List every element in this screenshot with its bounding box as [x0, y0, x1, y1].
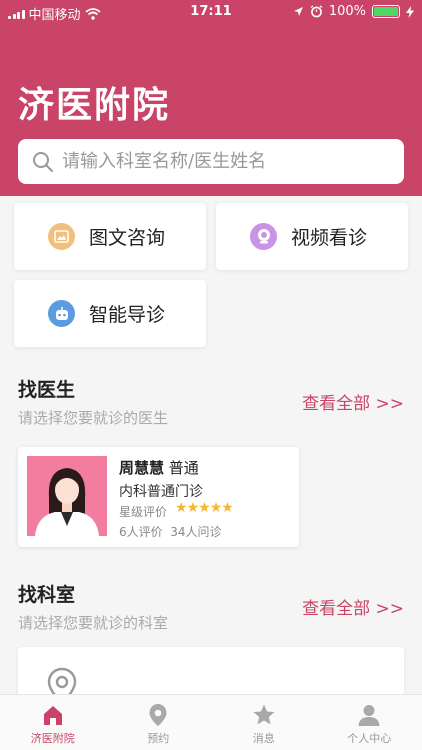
tab-label: 济医附院 [30, 732, 75, 745]
doctor-name: 周慧慧 [119, 459, 165, 477]
tab-bar: 济医附院 预约 消息 个人中心 [0, 694, 422, 750]
tab-label: 预约 [147, 732, 170, 745]
star-icon: ★ [186, 500, 200, 516]
app-title: 济医附院 [18, 85, 171, 126]
battery-icon [372, 5, 400, 18]
star-icon: ★ [221, 500, 234, 516]
location-arrow-icon [293, 7, 303, 16]
doctor-view-all-link[interactable]: 查看全部 >> [302, 389, 404, 414]
star-icon: ★ [209, 500, 223, 516]
tab-appointment[interactable]: 预约 [106, 695, 212, 750]
image-chat-icon [48, 223, 75, 250]
doctor-stats: 6人评价 34人问诊 [119, 525, 222, 539]
service-label: 图文咨询 [89, 227, 166, 249]
video-camera-icon [250, 223, 277, 250]
search-input[interactable] [62, 151, 382, 172]
status-bar: 中国移动 17:11 100% [0, 0, 422, 24]
find-department-title: 找科室 [18, 584, 76, 606]
service-video-consult[interactable]: 视频看诊 [216, 203, 408, 270]
home-icon [43, 706, 62, 725]
doctor-name-line: 周慧慧 普通 [119, 457, 199, 478]
find-doctor-subtitle: 请选择您要就诊的医生 [18, 409, 169, 427]
tab-home[interactable]: 济医附院 [0, 695, 106, 750]
header: 济医附院 [0, 0, 422, 196]
search-icon [33, 151, 53, 172]
service-label: 视频看诊 [291, 227, 368, 249]
service-smart-guide[interactable]: 智能导诊 [14, 280, 206, 347]
star-icon: ★ [175, 500, 188, 516]
tab-profile[interactable]: 个人中心 [317, 695, 422, 750]
doctor-card[interactable]: 周慧慧 普通 内科普通门诊 星级评价 ★★★★★ 6人评价 34人问诊 [18, 447, 299, 547]
charging-icon [406, 5, 414, 18]
tab-label: 个人中心 [347, 732, 392, 745]
star-icon [253, 704, 275, 725]
doctor-department: 内科普通门诊 [119, 484, 203, 500]
doctor-avatar [27, 456, 107, 536]
doctor-title: 普通 [168, 459, 199, 477]
star-icon: ★ [198, 500, 211, 516]
robot-icon [48, 300, 75, 327]
alarm-icon [310, 5, 323, 18]
find-doctor-title: 找医生 [18, 379, 76, 401]
search-box[interactable] [18, 139, 404, 184]
service-label: 智能导诊 [89, 304, 166, 326]
battery-percent: 100% [328, 4, 366, 19]
star-rating: ★★★★★ [175, 500, 234, 516]
tab-messages[interactable]: 消息 [211, 695, 317, 750]
location-pin-icon [149, 704, 167, 726]
department-view-all-link[interactable]: 查看全部 >> [302, 594, 404, 619]
rating-label: 星级评价 [119, 505, 168, 519]
find-department-subtitle: 请选择您要就诊的科室 [18, 614, 169, 632]
tab-label: 消息 [252, 732, 275, 745]
service-image-consult[interactable]: 图文咨询 [14, 203, 206, 270]
person-icon [358, 705, 380, 726]
